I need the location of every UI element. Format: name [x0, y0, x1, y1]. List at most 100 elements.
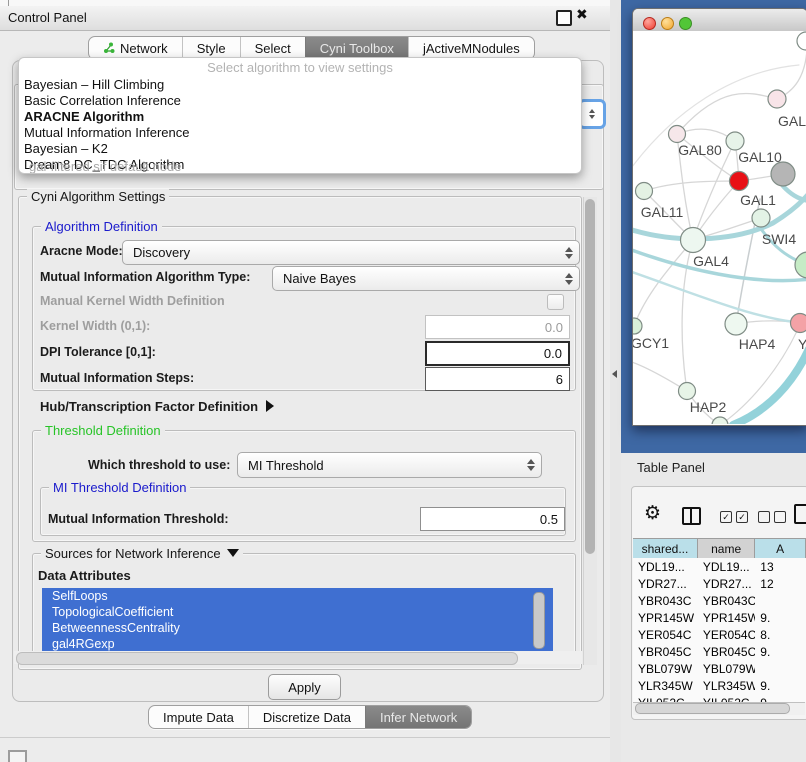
- network-edge[interactable]: [633, 361, 687, 391]
- collapsed-arrow-icon: [266, 400, 274, 412]
- kernel-width-field[interactable]: 0.0: [425, 315, 570, 339]
- table-row[interactable]: YER054CYER054C8.: [633, 626, 806, 643]
- network-window-titlebar[interactable]: [633, 9, 806, 32]
- network-edge[interactable]: [677, 93, 777, 134]
- split-columns-icon[interactable]: [682, 507, 701, 525]
- table-row[interactable]: YBR045CYBR045C9.: [633, 643, 806, 660]
- attribute-topologicalcoefficient[interactable]: TopologicalCoefficient: [42, 604, 553, 620]
- network-node[interactable]: [669, 126, 686, 143]
- tab-select[interactable]: Select: [240, 37, 305, 59]
- node-label-hap4: HAP4: [739, 336, 776, 352]
- network-edge[interactable]: [783, 186, 806, 201]
- network-node[interactable]: [752, 209, 770, 227]
- divider-collapse-arrow-icon[interactable]: [612, 370, 617, 378]
- algorithm-option-basic-correlation-inference[interactable]: Basic Correlation Inference: [19, 93, 581, 109]
- table-row[interactable]: YBL079WYBL079W: [633, 660, 806, 677]
- tab-network[interactable]: Network: [89, 37, 182, 59]
- mi-type-combo[interactable]: Naive Bayes: [272, 266, 580, 291]
- tab-cyni-toolbox[interactable]: Cyni Toolbox: [305, 37, 408, 59]
- attribute-betweennesscentrality[interactable]: BetweennessCentrality: [42, 620, 553, 636]
- algorithm-option-bayesian-hill-climbing[interactable]: Bayesian – Hill Climbing: [19, 77, 581, 93]
- sources-title-text: Sources for Network Inference: [45, 546, 221, 561]
- attribute-list-scrollbar[interactable]: [533, 592, 545, 649]
- tab-label: jActiveMNodules: [423, 41, 520, 56]
- table-row[interactable]: YDL19...YDL19...13: [633, 558, 806, 575]
- table-cell: 13: [755, 560, 806, 574]
- network-node[interactable]: [797, 32, 806, 50]
- algorithm-option-mutual-information-inference[interactable]: Mutual Information Inference: [19, 125, 581, 141]
- table-cell: 9.: [755, 679, 806, 693]
- sources-title[interactable]: Sources for Network Inference: [41, 546, 243, 561]
- tab-infer-network[interactable]: Infer Network: [365, 706, 471, 728]
- hub-definition-toggle[interactable]: Hub/Transcription Factor Definition: [40, 399, 274, 414]
- table-row[interactable]: YDR27...YDR27...12: [633, 575, 806, 592]
- network-node[interactable]: [791, 314, 806, 333]
- network-node[interactable]: [771, 162, 795, 186]
- network-node[interactable]: [679, 383, 696, 400]
- data-attributes-list[interactable]: SelfLoopsTopologicalCoefficientBetweenne…: [42, 588, 553, 651]
- mi-steps-field[interactable]: 6: [425, 367, 570, 391]
- settings-vscroll-thumb[interactable]: [585, 199, 595, 554]
- mi-threshold-definition-title: MI Threshold Definition: [49, 480, 190, 495]
- tab-impute-data[interactable]: Impute Data: [149, 706, 248, 728]
- network-node[interactable]: [768, 90, 786, 108]
- network-node[interactable]: [681, 228, 706, 253]
- table-cell: YLR345W: [698, 679, 755, 693]
- network-edge[interactable]: [733, 349, 806, 424]
- algorithm-option-aracne-algorithm[interactable]: ARACNE Algorithm: [19, 109, 581, 125]
- table-row[interactable]: YIL052CYIL052C9: [633, 694, 806, 702]
- network-edge[interactable]: [633, 271, 806, 323]
- unchecked-pair-icon[interactable]: [758, 511, 786, 523]
- settings-hscroll-thumb[interactable]: [16, 652, 518, 665]
- network-node[interactable]: [633, 318, 642, 334]
- network-node[interactable]: [636, 183, 653, 200]
- column-header-a[interactable]: A: [755, 539, 806, 559]
- document-icon[interactable]: [794, 504, 806, 524]
- network-node[interactable]: [795, 252, 806, 278]
- column-header-shared[interactable]: shared...: [633, 539, 698, 559]
- table-cell: YPR145W: [633, 611, 698, 625]
- algorithm-combo-stepper[interactable]: [578, 99, 606, 129]
- table-cell: YBR043C: [633, 594, 698, 608]
- network-node[interactable]: [712, 417, 728, 424]
- table-row[interactable]: YBR043CYBR043C: [633, 592, 806, 609]
- table-hscroll-thumb[interactable]: [635, 703, 790, 714]
- aracne-mode-combo[interactable]: Discovery: [122, 240, 580, 265]
- table-cell: 9.: [755, 611, 806, 625]
- table-body: YDL19...YDL19...13YDR27...YDR27...12YBR0…: [633, 558, 806, 702]
- network-icon: [103, 42, 115, 54]
- tab-jactivemnodules[interactable]: jActiveMNodules: [408, 37, 534, 59]
- network-node[interactable]: [726, 132, 744, 150]
- close-icon[interactable]: ✖: [576, 6, 588, 23]
- which-threshold-label: Which threshold to use:: [88, 458, 230, 472]
- attribute-gal4rgexp[interactable]: gal4RGexp: [42, 636, 553, 651]
- tab-style[interactable]: Style: [182, 37, 240, 59]
- node-label-gal4: GAL4: [693, 253, 729, 269]
- zoom-traffic-light[interactable]: [679, 17, 692, 30]
- column-header-name[interactable]: name: [698, 539, 755, 559]
- float-window-icon[interactable]: [556, 10, 572, 26]
- network-edge[interactable]: [644, 181, 739, 191]
- manual-kernel-checkbox[interactable]: [547, 294, 564, 310]
- tab-discretize-data[interactable]: Discretize Data: [248, 706, 365, 728]
- algorithm-option-bayesian-k2[interactable]: Bayesian – K2: [19, 141, 581, 157]
- close-traffic-light[interactable]: [643, 17, 656, 30]
- table-cell: YBL079W: [698, 662, 755, 676]
- mi-threshold-field[interactable]: 0.5: [420, 507, 565, 531]
- dpi-tolerance-field[interactable]: 0.0: [425, 341, 570, 366]
- split-pane-divider[interactable]: [610, 0, 621, 762]
- network-node[interactable]: [725, 313, 747, 335]
- network-edge[interactable]: [682, 240, 693, 391]
- which-threshold-combo[interactable]: MI Threshold: [237, 452, 542, 478]
- table-row[interactable]: YPR145WYPR145W9.: [633, 609, 806, 626]
- collapsed-panel-icon[interactable]: [8, 750, 27, 762]
- network-canvas[interactable]: GALGAL80GAL10GAL1GAL11SWI4GAL4GCY1HAP4YH…: [633, 31, 806, 424]
- table-row[interactable]: YLR345WYLR345W9.: [633, 677, 806, 694]
- attribute-selfloops[interactable]: SelfLoops: [42, 588, 553, 604]
- network-node[interactable]: [730, 172, 749, 191]
- checked-pair-icon[interactable]: ✓✓: [720, 511, 748, 523]
- control-panel-title: Control Panel: [8, 10, 87, 25]
- gear-icon[interactable]: ⚙: [644, 502, 661, 525]
- minimize-traffic-light[interactable]: [661, 17, 674, 30]
- apply-button[interactable]: Apply: [268, 674, 341, 700]
